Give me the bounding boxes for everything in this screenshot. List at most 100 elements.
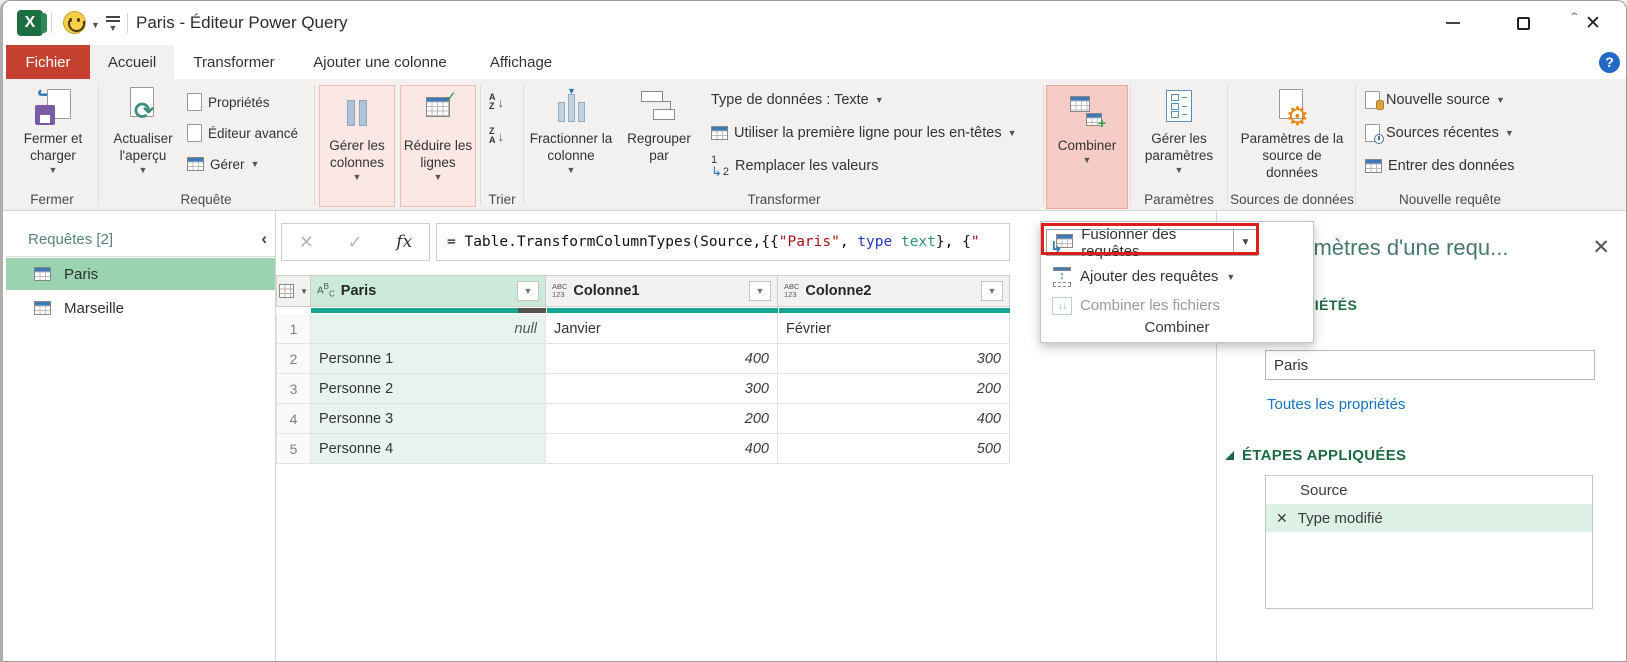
power-query-window: X ▼ ▼ Paris - Éditeur Power Query ✕ Fich…: [0, 0, 1627, 662]
formula-keyword: type: [857, 234, 892, 250]
gerer-les-colonnes-button[interactable]: Gérer les colonnes ▼: [319, 85, 395, 207]
dropdown-caret: ▼: [139, 165, 148, 176]
dropdown-caret: ▼: [1505, 128, 1514, 138]
dropdown-caret: ▼: [353, 172, 362, 183]
first-row-headers-icon: [711, 126, 728, 140]
query-item-paris[interactable]: Paris: [6, 258, 275, 290]
menu-item-ajouter-des-requetes[interactable]: ↕ Ajouter des requêtes ▼: [1046, 263, 1235, 290]
dropdown-caret: ▼: [434, 172, 443, 183]
cell-colonne1[interactable]: 400: [546, 434, 778, 464]
menu-item-combiner-les-fichiers: ↓↓ Combiner les fichiers: [1046, 292, 1220, 319]
cell-colonne1[interactable]: 200: [546, 404, 778, 434]
delete-step-icon[interactable]: ✕: [1276, 510, 1288, 527]
editeur-avance-button[interactable]: Éditeur avancé: [187, 120, 298, 146]
dropdown-caret: ▼: [1008, 128, 1017, 138]
refresh-icon: ⟳: [128, 87, 158, 125]
gerer-colonnes-label: Gérer les colonnes: [320, 138, 394, 172]
combiner-button[interactable]: + Combiner ▼: [1046, 85, 1128, 209]
formula-bar-buttons: ✕ ✓ fx: [281, 223, 430, 261]
tab-transformer[interactable]: Transformer: [189, 45, 279, 79]
group-requete: ⟳ Actualiser l'aperçu ▼ Propriétés Édite…: [99, 79, 313, 210]
cell-paris[interactable]: null: [311, 314, 546, 344]
tab-affichage[interactable]: Affichage: [481, 45, 561, 79]
fx-icon[interactable]: fx: [396, 232, 412, 252]
remplacer-les-valeurs-button[interactable]: 1↳2 Remplacer les valeurs: [711, 153, 1017, 179]
smiley-dropdown-caret[interactable]: ▼: [91, 20, 100, 30]
group-trier: AZ↓ ZA↓ Trier: [481, 79, 523, 210]
tab-accueil[interactable]: Accueil: [90, 45, 174, 79]
maximize-button[interactable]: [1503, 9, 1543, 37]
close-panel-icon[interactable]: ✕: [1592, 235, 1610, 260]
group-label-parametres: Paramètres: [1131, 192, 1227, 207]
select-all-corner[interactable]: ▼: [276, 275, 311, 307]
type-de-donnees-button[interactable]: Type de données : Texte ▼: [711, 87, 1017, 113]
column-quality-bars: [276, 307, 1010, 314]
help-icon[interactable]: ?: [1599, 52, 1620, 73]
cell-colonne2[interactable]: 500: [778, 434, 1010, 464]
formula-input[interactable]: = Table.TransformColumnTypes(Source,{{"P…: [436, 223, 1010, 261]
cell-paris[interactable]: Personne 4: [311, 434, 546, 464]
formula-text: = Table.TransformColumnTypes(Source,{{: [447, 234, 779, 250]
step-source[interactable]: Source: [1266, 476, 1592, 504]
parametres-source-donnees-button[interactable]: ⚙ Paramètres de la source de données: [1235, 87, 1349, 182]
premiere-ligne-entetes-button[interactable]: Utiliser la première ligne pour les en-t…: [711, 120, 1017, 146]
cell-colonne2[interactable]: 200: [778, 374, 1010, 404]
fractionner-la-colonne-button[interactable]: ▼ Fractionner la colonne ▼: [529, 87, 613, 176]
collapse-ribbon-icon[interactable]: ⌃: [1569, 11, 1580, 24]
collapse-panel-icon[interactable]: ‹: [261, 229, 267, 249]
tab-fichier[interactable]: Fichier: [6, 45, 90, 79]
queries-panel-header: Requêtes [2] ‹: [6, 229, 275, 257]
sources-recentes-button[interactable]: Sources récentes ▼: [1365, 120, 1515, 146]
reduire-les-lignes-button[interactable]: ✓ Réduire les lignes ▼: [400, 85, 476, 207]
gerer-les-parametres-button[interactable]: Gérer les paramètres ▼: [1137, 87, 1221, 176]
column-header-colonne1[interactable]: ABC123 Colonne1 ▼: [546, 275, 778, 307]
filter-dropdown-paris[interactable]: ▼: [517, 281, 539, 301]
sort-ascending-button[interactable]: AZ↓: [489, 91, 504, 113]
entrer-donnees-label: Entrer des données: [1388, 158, 1515, 174]
group-combiner: + Combiner ▼: [1044, 79, 1130, 210]
data-grid: ▼ ABC Paris ▼ ABC123 Colonne1 ▼ ABC123 C…: [276, 275, 1010, 464]
gerer-parametres-label: Gérer les paramètres: [1137, 131, 1221, 165]
entrer-des-donnees-button[interactable]: Entrer des données: [1365, 153, 1515, 179]
cell-colonne2[interactable]: Février: [778, 314, 1010, 344]
actualiser-label: Actualiser l'aperçu: [103, 131, 183, 165]
editeur-avance-label: Éditeur avancé: [208, 126, 298, 141]
step-name: Source: [1300, 482, 1348, 499]
annotation-highlight-box: [1041, 223, 1259, 255]
applied-steps-header[interactable]: ÉTAPES APPLIQUÉES: [1225, 447, 1406, 464]
applied-steps-list: Source ✕ Type modifié: [1265, 475, 1593, 609]
menu-item-label: Ajouter des requêtes: [1080, 268, 1218, 285]
sort-descending-button[interactable]: ZA↓: [489, 125, 504, 147]
column-header-paris[interactable]: ABC Paris ▼: [311, 275, 546, 307]
filter-dropdown-colonne1[interactable]: ▼: [749, 281, 771, 301]
nouvelle-source-button[interactable]: Nouvelle source ▼: [1365, 87, 1515, 113]
regrouper-par-button[interactable]: Regrouper par: [617, 87, 701, 165]
cell-paris[interactable]: Personne 1: [311, 344, 546, 374]
cell-paris[interactable]: Personne 2: [311, 374, 546, 404]
cell-colonne2[interactable]: 400: [778, 404, 1010, 434]
cell-colonne1[interactable]: Janvier: [546, 314, 778, 344]
fermer-et-charger-button[interactable]: ↪ Fermer et charger ▼: [15, 87, 91, 176]
table-row: 2 Personne 1 400 300: [276, 344, 1010, 374]
tab-ajouter-une-colonne[interactable]: Ajouter une colonne: [307, 45, 453, 79]
step-type-modifie[interactable]: ✕ Type modifié: [1266, 504, 1592, 532]
commit-formula-icon[interactable]: ✓: [348, 232, 363, 253]
actualiser-apercu-button[interactable]: ⟳ Actualiser l'aperçu ▼: [103, 87, 183, 176]
filter-dropdown-colonne2[interactable]: ▼: [981, 281, 1003, 301]
cell-colonne2[interactable]: 300: [778, 344, 1010, 374]
titlebar-divider: [51, 13, 52, 33]
feedback-smiley-icon[interactable]: [63, 11, 86, 34]
quick-access-toolbar-icon[interactable]: ▼: [105, 14, 121, 33]
gerer-button[interactable]: Gérer ▼: [187, 151, 298, 177]
column-header-colonne2[interactable]: ABC123 Colonne2 ▼: [778, 275, 1010, 307]
cell-colonne1[interactable]: 400: [546, 344, 778, 374]
table-menu-icon: [279, 284, 294, 298]
minimize-button[interactable]: [1433, 9, 1473, 37]
cancel-formula-icon[interactable]: ✕: [299, 232, 314, 253]
all-properties-link[interactable]: Toutes les propriétés: [1267, 396, 1405, 413]
proprietes-button[interactable]: Propriétés: [187, 89, 298, 115]
query-name-input[interactable]: [1265, 350, 1595, 380]
query-item-marseille[interactable]: Marseille: [6, 292, 275, 324]
cell-paris[interactable]: Personne 3: [311, 404, 546, 434]
cell-colonne1[interactable]: 300: [546, 374, 778, 404]
